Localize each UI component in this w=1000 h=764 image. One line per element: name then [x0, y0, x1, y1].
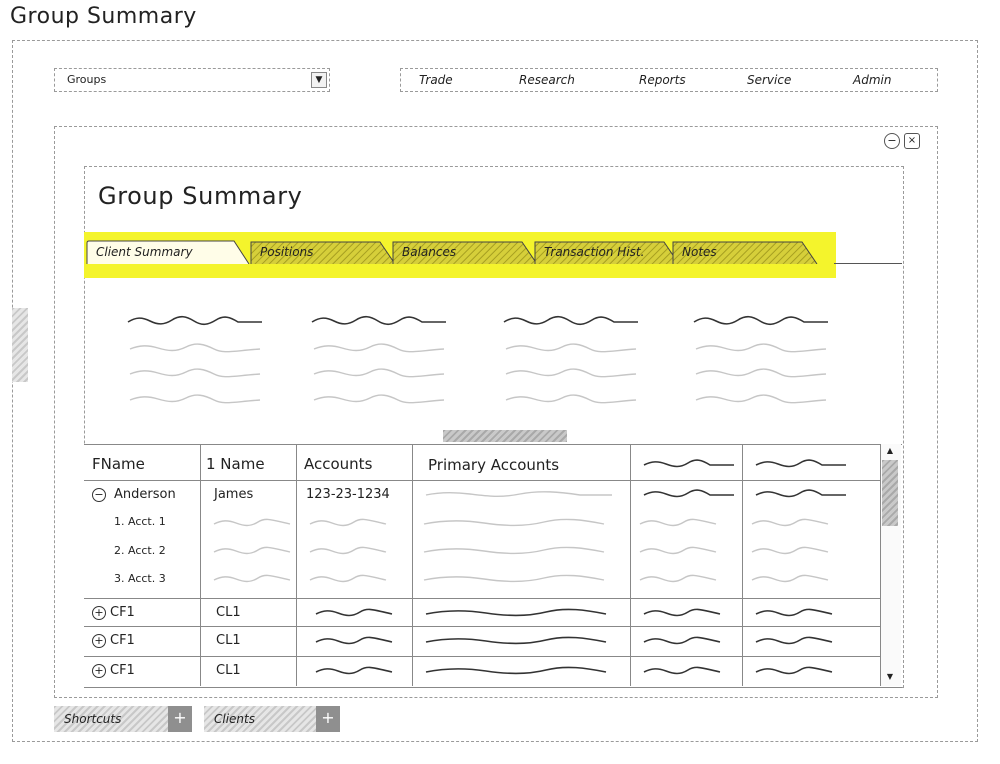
- summary-heading-line: [311, 315, 446, 326]
- summary-detail-lines: [129, 343, 827, 404]
- cell-lname: CL1: [216, 605, 241, 620]
- scrollbar-thumb[interactable]: [882, 460, 898, 526]
- summary-heading-line: [503, 315, 638, 326]
- sub-row-label[interactable]: 2. Acct. 2: [114, 544, 166, 557]
- tab-balances[interactable]: Balances: [392, 240, 538, 264]
- close-icon[interactable]: ×: [904, 133, 920, 149]
- cell-placeholder: [643, 489, 734, 498]
- page-title: Group Summary: [10, 4, 197, 29]
- menu-item-trade[interactable]: Trade: [419, 73, 453, 87]
- clients-label: Clients: [214, 712, 255, 726]
- tab-positions[interactable]: Positions: [250, 240, 396, 264]
- shortcuts-label: Shortcuts: [64, 712, 122, 726]
- expand-row-icon[interactable]: +: [92, 606, 106, 620]
- placeholder-text-lines: [127, 315, 828, 404]
- tab-label: Client Summary: [96, 245, 193, 259]
- tab-notes[interactable]: Notes: [672, 240, 818, 264]
- summary-heading-lines: [127, 315, 828, 326]
- column-header-placeholder[interactable]: [752, 456, 852, 472]
- expand-row-icon[interactable]: +: [92, 664, 106, 678]
- splitter-handle[interactable]: [443, 430, 567, 442]
- tab-transaction-hist[interactable]: Transaction Hist.: [534, 240, 680, 264]
- cell-fname: CF1: [110, 633, 135, 648]
- column-header-fname[interactable]: FName: [92, 455, 145, 473]
- menu-item-research[interactable]: Research: [519, 73, 575, 87]
- column-header-primary-accounts[interactable]: Primary Accounts: [428, 456, 559, 474]
- tab-label: Positions: [260, 245, 314, 259]
- add-client-icon[interactable]: +: [316, 706, 340, 732]
- shortcuts-button[interactable]: Shortcuts +: [54, 706, 192, 732]
- clients-button[interactable]: Clients +: [204, 706, 340, 732]
- scroll-up-icon[interactable]: ▲: [884, 446, 896, 456]
- side-panel-handle[interactable]: [12, 308, 28, 382]
- panel-title: Group Summary: [98, 182, 303, 210]
- tab-label: Notes: [682, 245, 717, 259]
- add-shortcut-icon[interactable]: +: [168, 706, 192, 732]
- column-header-lname[interactable]: 1 Name: [206, 455, 265, 473]
- expand-row-icon[interactable]: +: [92, 634, 106, 648]
- column-header-placeholder[interactable]: [640, 456, 740, 472]
- sub-row-label[interactable]: 1. Acct. 1: [114, 515, 166, 528]
- cell-lname: CL1: [216, 663, 241, 678]
- grid-row-divider: [84, 480, 880, 481]
- cell-fname: CF1: [110, 663, 135, 678]
- collapsed-row-placeholders: [315, 608, 833, 675]
- cell-lname: James: [214, 487, 254, 502]
- column-header-accounts[interactable]: Accounts: [304, 455, 372, 473]
- cell-account: 123-23-1234: [306, 487, 390, 502]
- scroll-down-icon[interactable]: ▼: [884, 672, 896, 682]
- collapse-row-icon[interactable]: −: [92, 488, 106, 502]
- sub-row-placeholders: [213, 518, 829, 583]
- cell-placeholder: [425, 491, 612, 497]
- cell-fname: Anderson: [114, 487, 176, 502]
- cell-placeholder: [755, 489, 846, 498]
- menu-bar: Trade Research Reports Service Admin: [400, 68, 938, 92]
- tab-label: Balances: [402, 245, 457, 259]
- menu-item-admin[interactable]: Admin: [853, 73, 891, 87]
- tab-label: Transaction Hist.: [544, 245, 645, 259]
- summary-heading-line: [127, 315, 262, 326]
- tab-client-summary[interactable]: Client Summary: [86, 240, 250, 264]
- menu-item-reports[interactable]: Reports: [639, 73, 686, 87]
- groups-select-value: Groups: [67, 73, 107, 86]
- summary-heading-line: [693, 315, 828, 326]
- grid-row-divider: [84, 598, 880, 599]
- menu-item-service[interactable]: Service: [747, 73, 791, 87]
- cell-fname: CF1: [110, 605, 135, 620]
- client-summary-placeholder: [100, 300, 890, 420]
- tab-strip-line: [834, 263, 902, 264]
- chevron-down-icon[interactable]: ▼: [311, 72, 327, 88]
- cell-lname: CL1: [216, 633, 241, 648]
- sub-row-label[interactable]: 3. Acct. 3: [114, 572, 166, 585]
- minimize-icon[interactable]: −: [884, 133, 900, 149]
- groups-select[interactable]: Groups ▼: [54, 68, 330, 92]
